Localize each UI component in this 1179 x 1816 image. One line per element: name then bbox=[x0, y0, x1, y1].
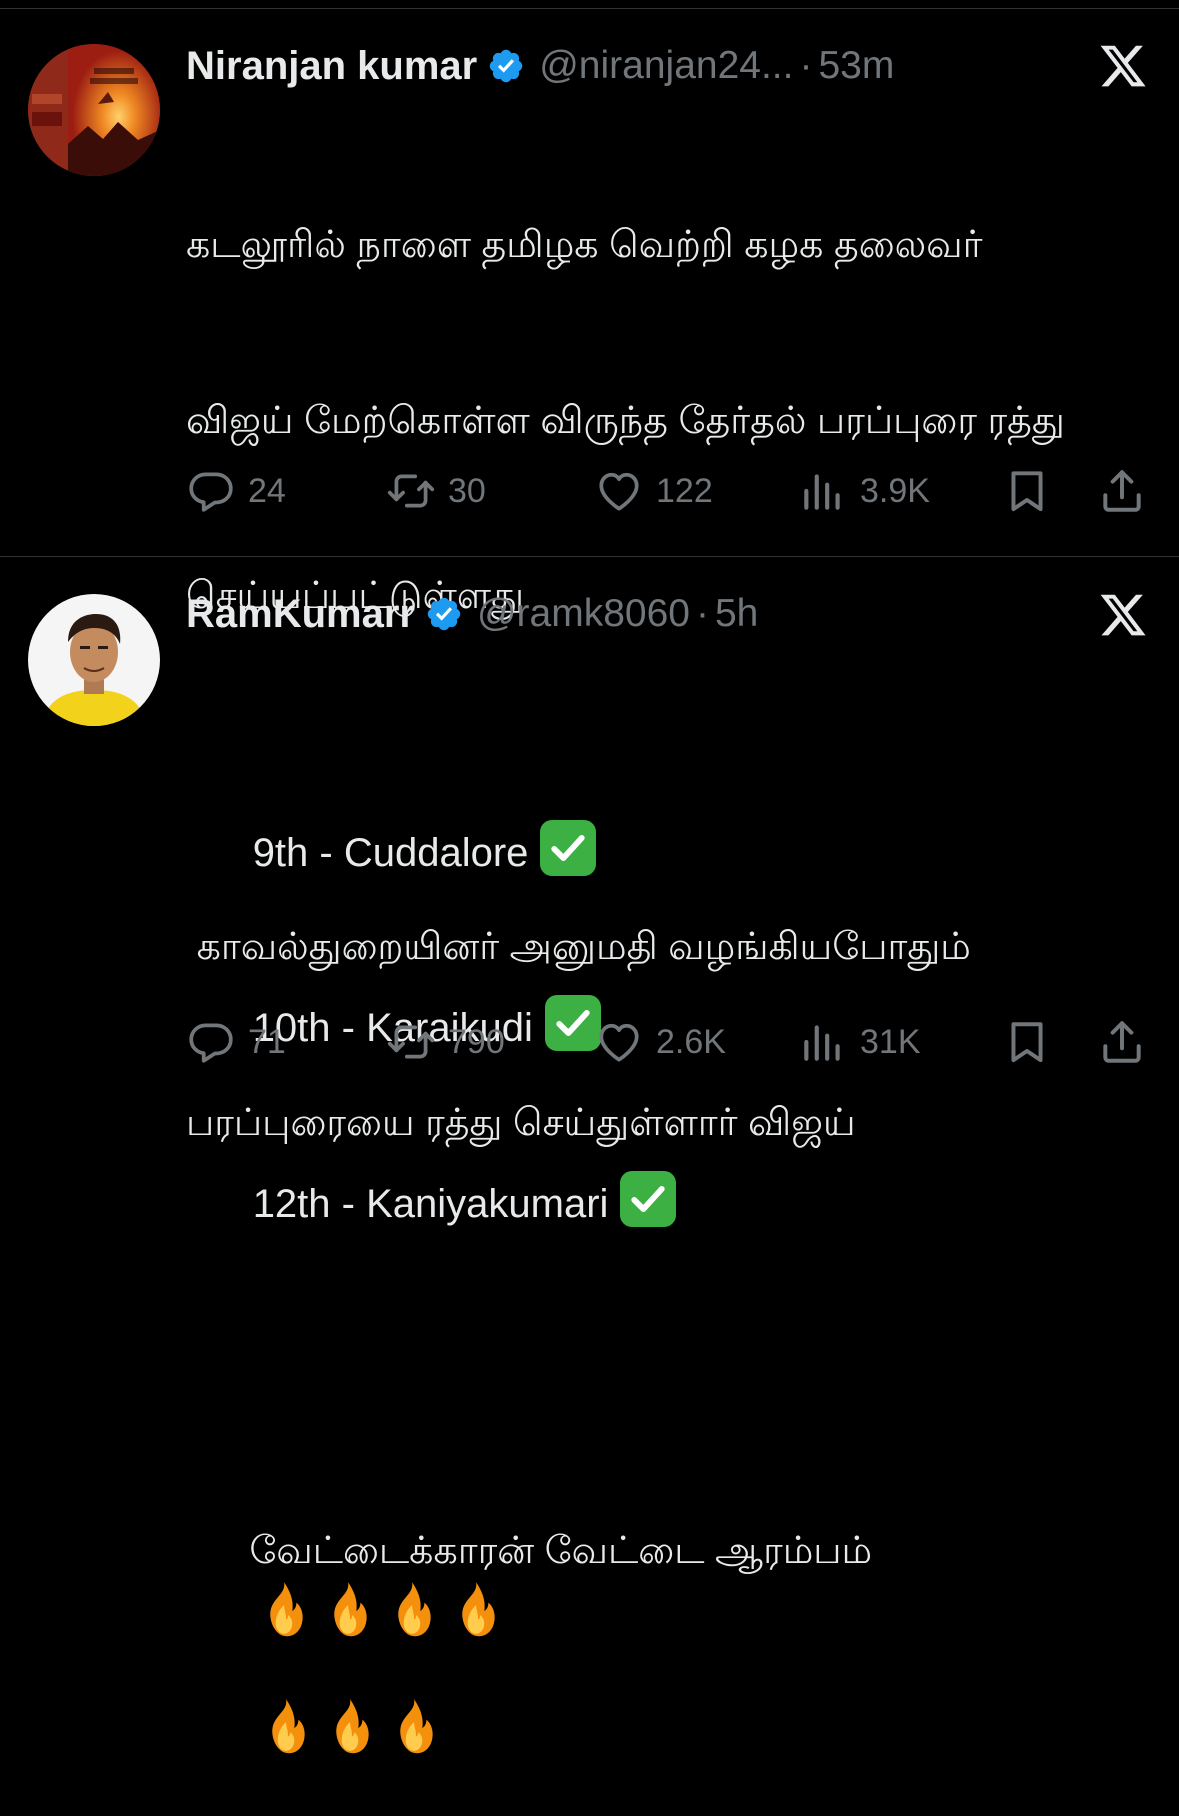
tweet-actions: 24 30 122 3.9K bbox=[186, 461, 1151, 521]
fire-emoji bbox=[323, 1580, 373, 1638]
bookmark-button[interactable] bbox=[1002, 461, 1052, 521]
reply-icon bbox=[186, 466, 236, 516]
x-logo-icon[interactable] bbox=[1098, 41, 1148, 91]
avatar[interactable] bbox=[28, 594, 160, 726]
like-button[interactable]: 122 bbox=[594, 461, 713, 521]
tweet-text-line bbox=[186, 1639, 1156, 1698]
reply-button[interactable]: 24 bbox=[186, 461, 286, 521]
views-chart-icon bbox=[798, 466, 848, 516]
reply-button[interactable]: 71 bbox=[186, 1012, 286, 1072]
repost-count: 30 bbox=[448, 471, 486, 510]
heart-icon bbox=[594, 466, 644, 516]
tweet-text-line: கடலூரில் நாளை தமிழக வெற்றி கழக தலைவர் bbox=[186, 224, 983, 266]
tweet-text-segment: 9th - Cuddalore bbox=[252, 830, 529, 875]
fire-emoji bbox=[261, 1697, 311, 1755]
reply-count: 24 bbox=[248, 471, 286, 510]
separator-dot: · bbox=[799, 44, 813, 87]
share-icon bbox=[1097, 1017, 1147, 1067]
repost-icon bbox=[386, 1017, 436, 1067]
bookmark-icon bbox=[1002, 1017, 1052, 1067]
views-button[interactable]: 31K bbox=[798, 1012, 921, 1072]
tweet-header: RamKumarr @ramk8060 · 5h bbox=[186, 588, 758, 640]
share-button[interactable] bbox=[1097, 1012, 1147, 1072]
reply-icon bbox=[186, 1017, 236, 1067]
tweet-text-line: 12th - Kaniyakumari bbox=[186, 1112, 1156, 1227]
reply-count: 71 bbox=[248, 1022, 286, 1061]
tweet-text-segment: வேட்டைக்காரன் வேட்டை ஆரம்பம் bbox=[249, 1529, 873, 1572]
author-name[interactable]: Niranjan kumar bbox=[186, 44, 477, 89]
like-button[interactable]: 2.6K bbox=[594, 1012, 726, 1072]
fire-emoji bbox=[387, 1580, 437, 1638]
tweet-card-1[interactable]: Niranjan kumar @niranjan24... · 53m கடலூ… bbox=[0, 0, 1179, 1144]
bookmark-icon bbox=[1002, 466, 1052, 516]
timestamp[interactable]: 5h bbox=[715, 592, 758, 636]
repost-count: 790 bbox=[448, 1022, 505, 1061]
share-button[interactable] bbox=[1097, 461, 1147, 521]
verified-badge-icon[interactable] bbox=[487, 47, 525, 85]
tweet-actions: 71 790 2.6K 31K bbox=[186, 1012, 1151, 1072]
views-count: 3.9K bbox=[860, 471, 930, 510]
x-logo-icon[interactable] bbox=[1098, 590, 1148, 640]
avatar[interactable] bbox=[28, 44, 160, 176]
views-count: 31K bbox=[860, 1022, 921, 1061]
tweet-text-line: 9th - Cuddalore bbox=[186, 761, 1156, 876]
share-icon bbox=[1097, 466, 1147, 516]
repost-icon bbox=[386, 466, 436, 516]
like-count: 122 bbox=[656, 471, 713, 510]
tweet-text-line: விஜய் மேற்கொள்ள விருந்த தேர்தல் பரப்புரை… bbox=[186, 399, 1065, 442]
check-mark-button-emoji bbox=[540, 819, 597, 876]
bookmark-button[interactable] bbox=[1002, 1012, 1052, 1072]
fire-emoji bbox=[325, 1697, 375, 1755]
repost-button[interactable]: 790 bbox=[386, 1012, 505, 1072]
tweet-text-line: வேட்டைக்காரன் வேட்டை ஆரம்பம் bbox=[186, 1463, 1156, 1522]
fire-emoji bbox=[259, 1580, 309, 1638]
fire-emoji bbox=[451, 1580, 501, 1638]
fire-emoji bbox=[389, 1697, 439, 1755]
verified-badge-icon[interactable] bbox=[425, 595, 463, 633]
author-name[interactable]: RamKumarr bbox=[186, 592, 415, 637]
tweet-text: 9th - Cuddalore 10th - Karaikudi 12th - … bbox=[186, 644, 1156, 1814]
check-mark-button-emoji bbox=[620, 1170, 677, 1227]
like-count: 2.6K bbox=[656, 1022, 726, 1061]
heart-icon bbox=[594, 1017, 644, 1067]
profile-photo-avatar-image bbox=[28, 594, 160, 726]
tweet-text-line bbox=[186, 1288, 1156, 1347]
author-handle[interactable]: @ramk8060 bbox=[477, 592, 690, 636]
separator-dot: · bbox=[695, 592, 709, 635]
timestamp[interactable]: 53m bbox=[818, 44, 894, 88]
author-handle[interactable]: @niranjan24... bbox=[539, 44, 793, 88]
repost-button[interactable]: 30 bbox=[386, 461, 486, 521]
book-cover-avatar-image bbox=[28, 44, 160, 176]
tweet-text-segment: 12th - Kaniyakumari bbox=[252, 1181, 609, 1226]
views-button[interactable]: 3.9K bbox=[798, 461, 930, 521]
tweet-card-2[interactable]: RamKumarr @ramk8060 · 5h 9th - Cuddalore… bbox=[0, 557, 1179, 1044]
tweet-header: Niranjan kumar @niranjan24... · 53m bbox=[186, 40, 894, 92]
tweet-text-line: 10th - Karaikudi bbox=[186, 937, 1156, 1051]
views-chart-icon bbox=[798, 1017, 848, 1067]
